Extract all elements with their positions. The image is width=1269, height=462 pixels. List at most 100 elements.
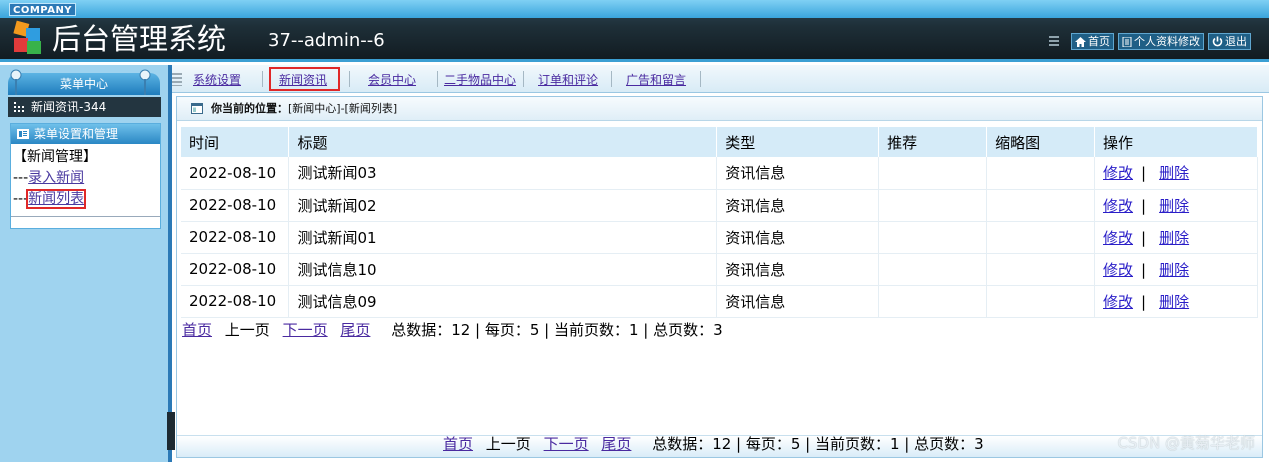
cell-title: 测试新闻02: [288, 189, 718, 222]
user-info: 37--admin--6: [268, 30, 385, 51]
document-icon: [1122, 36, 1132, 47]
grip-icon: [1049, 35, 1059, 48]
delete-link[interactable]: 删除: [1159, 261, 1189, 279]
pin-icon: [10, 69, 22, 95]
edit-link[interactable]: 修改: [1103, 293, 1133, 311]
panel-header: 菜单设置和管理: [11, 124, 160, 144]
tab-divider: [262, 71, 263, 87]
cell-thumb: [986, 253, 1095, 286]
cell-type: 资讯信息: [716, 221, 880, 254]
app-header: COMPANY 后台管理系统 37--admin--6 首页 个人资料修改 退出: [0, 0, 1269, 62]
add-news-link[interactable]: 录入新闻: [28, 170, 84, 186]
sidebar-divider: [168, 65, 172, 462]
cell-actions: 修改 | 删除: [1094, 157, 1258, 190]
delete-link[interactable]: 删除: [1159, 229, 1189, 247]
tab-system-settings[interactable]: 系统设置: [193, 73, 241, 87]
action-separator: |: [1141, 164, 1147, 183]
tab-ads[interactable]: 广告和留言: [626, 73, 686, 87]
col-type-header: 类型: [716, 127, 880, 157]
cell-recommend: [878, 157, 988, 190]
link-prefix: ---: [13, 170, 29, 186]
pager-last-link[interactable]: 尾页: [601, 435, 631, 453]
cell-type: 资讯信息: [716, 285, 880, 318]
table-row: 2022-08-10 测试新闻03 资讯信息 修改 | 删除: [181, 157, 1258, 190]
header-top-strip: [0, 0, 1269, 18]
action-separator: |: [1141, 228, 1147, 247]
tab-second-hand[interactable]: 二手物品中心: [444, 73, 516, 87]
cell-type: 资讯信息: [716, 253, 880, 286]
cell-actions: 修改 | 删除: [1094, 285, 1258, 318]
edit-link[interactable]: 修改: [1103, 261, 1133, 279]
grid-icon: [14, 102, 24, 112]
tab-divider: [349, 71, 350, 87]
panel-icon: [17, 129, 29, 139]
delete-link[interactable]: 删除: [1159, 293, 1189, 311]
company-label: COMPANY: [9, 3, 77, 16]
sidebar-item-news[interactable]: 新闻资讯-344: [8, 97, 161, 117]
menu-center-header: 菜单中心: [8, 73, 160, 95]
pager-top: 首页 上一页 下一页 尾页 总数据：12 | 每页：5 | 当前页数：1 | 总…: [182, 319, 723, 340]
cell-thumb: [986, 157, 1095, 190]
cell-title: 测试新闻03: [288, 157, 718, 190]
logout-link[interactable]: 退出: [1208, 33, 1251, 50]
add-news-row: ---录入新闻: [13, 168, 158, 189]
home-icon: [1075, 36, 1086, 47]
pin-icon: [139, 69, 151, 95]
cell-recommend: [878, 253, 988, 286]
col-recommend-header: 推荐: [878, 127, 988, 157]
col-time-header: 时间: [181, 127, 290, 157]
collapse-handle[interactable]: [167, 412, 175, 450]
edit-link[interactable]: 修改: [1103, 164, 1133, 182]
tab-orders[interactable]: 订单和评论: [538, 73, 598, 87]
pager-next-link[interactable]: 下一页: [544, 435, 589, 453]
panel-title: 菜单设置和管理: [34, 127, 119, 141]
cubes-logo-icon: [13, 20, 41, 54]
breadcrumb-path: [新闻中心]-[新闻列表]: [288, 102, 398, 115]
news-table: 时间 标题 类型 推荐 缩略图 操作 2022-08-10 测试新闻03 资讯信…: [181, 127, 1258, 318]
home-link-label: 首页: [1088, 35, 1110, 48]
system-title: 后台管理系统: [52, 22, 227, 56]
tab-members[interactable]: 会员中心: [368, 73, 416, 87]
tab-divider: [611, 71, 612, 87]
tab-divider: [437, 71, 438, 87]
cell-time: 2022-08-10: [181, 221, 290, 254]
cell-title: 测试信息10: [288, 253, 718, 286]
pager-prev-text: 上一页: [485, 435, 531, 453]
action-separator: |: [1141, 196, 1147, 215]
cell-time: 2022-08-10: [181, 189, 290, 222]
pager-first-link[interactable]: 首页: [182, 321, 212, 339]
col-action-header: 操作: [1094, 127, 1258, 157]
delete-link[interactable]: 删除: [1159, 197, 1189, 215]
delete-link[interactable]: 删除: [1159, 164, 1189, 182]
pager-last-link[interactable]: 尾页: [340, 321, 370, 339]
news-list-link[interactable]: 新闻列表: [26, 189, 87, 209]
group-title: 【新闻管理】: [13, 149, 97, 165]
cell-title: 测试新闻01: [288, 221, 718, 254]
tab-divider: [700, 71, 701, 87]
pager-first-link[interactable]: 首页: [443, 435, 473, 453]
table-row: 2022-08-10 测试信息10 资讯信息 修改 | 删除: [181, 253, 1258, 286]
pager-summary: 总数据：12 | 每页：5 | 当前页数：1 | 总页数：3: [652, 435, 984, 453]
main-content: 你当前的位置：[新闻中心]-[新闻列表] 时间 标题 类型 推荐 缩略图 操作 …: [176, 96, 1263, 458]
active-tab-highlight: [269, 67, 340, 91]
profile-edit-label: 个人资料修改: [1134, 35, 1200, 48]
pager-summary: 总数据：12 | 每页：5 | 当前页数：1 | 总页数：3: [391, 321, 723, 339]
action-separator: |: [1141, 260, 1147, 279]
menu-settings-panel: 菜单设置和管理 【新闻管理】 ---录入新闻 ---新闻列表: [10, 123, 161, 229]
col-title-header: 标题: [288, 127, 718, 157]
edit-link[interactable]: 修改: [1103, 197, 1133, 215]
breadcrumb: 你当前的位置：[新闻中心]-[新闻列表]: [177, 97, 1262, 121]
link-prefix: ---: [13, 191, 29, 207]
cell-recommend: [878, 189, 988, 222]
panel-body: 【新闻管理】 ---录入新闻 ---新闻列表: [11, 144, 160, 213]
table-header-row: 时间 标题 类型 推荐 缩略图 操作: [181, 127, 1258, 157]
cell-actions: 修改 | 删除: [1094, 253, 1258, 286]
left-sidebar: 菜单中心 新闻资讯-344 菜单设置和管理 【新闻管理】 ---录入新闻 ---…: [0, 65, 172, 462]
edit-link[interactable]: 修改: [1103, 229, 1133, 247]
tab-divider: [523, 71, 524, 87]
home-link[interactable]: 首页: [1071, 33, 1114, 50]
cell-actions: 修改 | 删除: [1094, 221, 1258, 254]
header-links: 首页 个人资料修改 退出: [1049, 33, 1251, 50]
profile-edit-link[interactable]: 个人资料修改: [1118, 33, 1204, 50]
pager-next-link[interactable]: 下一页: [283, 321, 328, 339]
